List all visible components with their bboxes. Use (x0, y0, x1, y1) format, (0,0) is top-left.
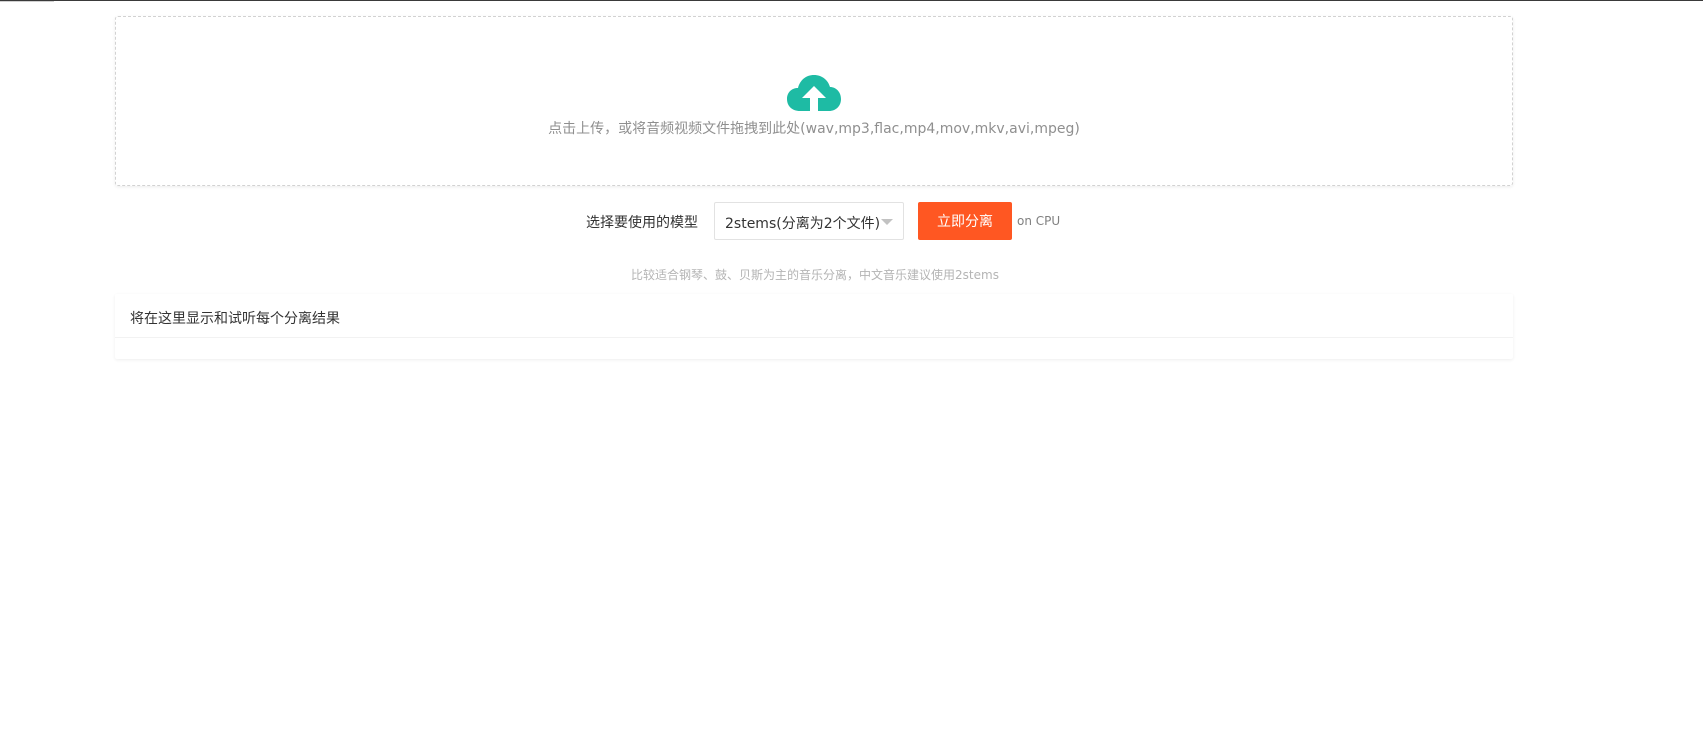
top-border-accent (0, 1, 54, 2)
chevron-down-icon (881, 219, 893, 225)
separate-now-button[interactable]: 立即分离 (918, 202, 1012, 240)
top-border (0, 0, 1703, 1)
model-select-value: 2stems(分离为2个文件) (725, 216, 881, 232)
device-label: on CPU (1017, 214, 1061, 228)
results-header: 将在这里显示和试听每个分离结果 (115, 294, 1513, 338)
cloud-upload-icon[interactable] (787, 74, 841, 112)
model-select-label: 选择要使用的模型 (586, 215, 698, 231)
results-panel: 将在这里显示和试听每个分离结果 (115, 294, 1513, 359)
model-hint: 比较适合钢琴、鼓、贝斯为主的音乐分离，中文音乐建议使用2stems (631, 268, 999, 282)
results-list (115, 338, 1513, 359)
separation-controls: 选择要使用的模型 2stems(分离为2个文件) 立即分离 on CPU (0, 202, 1703, 240)
upload-instruction: 点击上传，或将音频视频文件拖拽到此处(wav,mp3,flac,mp4,mov,… (548, 121, 1080, 137)
model-select[interactable]: 2stems(分离为2个文件) (714, 202, 904, 240)
results-title: 将在这里显示和试听每个分离结果 (130, 311, 340, 327)
